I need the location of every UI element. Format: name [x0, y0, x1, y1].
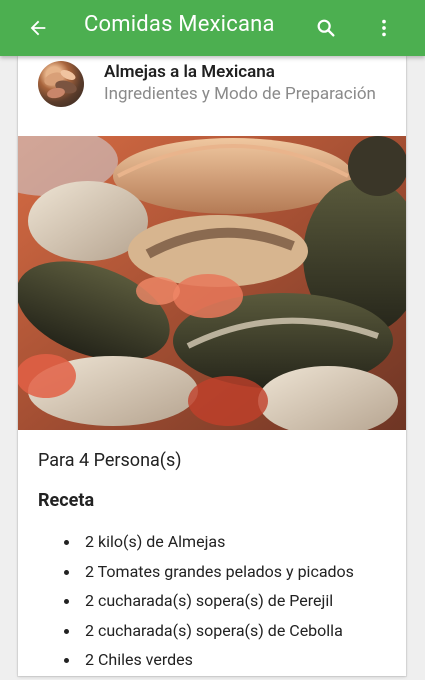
app-title: Comidas Mexicana	[84, 12, 275, 37]
app-bar: Comidas Mexicana	[0, 0, 425, 56]
arrow-left-icon	[30, 20, 46, 36]
ingredient-item: 2 kilo(s) de Almejas	[64, 532, 394, 562]
ingredient-item: 2 Tomates grandes pelados y picados	[64, 562, 394, 592]
recipe-header[interactable]: Almejas a la Mexicana Ingredientes y Mod…	[18, 56, 406, 136]
ingredients-list: 2 kilo(s) de Almejas 2 Tomates grandes p…	[64, 532, 394, 680]
more-options-button[interactable]	[370, 14, 398, 42]
recipe-card: Almejas a la Mexicana Ingredientes y Mod…	[18, 56, 406, 676]
recipe-photo	[18, 136, 406, 430]
search-button[interactable]	[312, 14, 340, 42]
ingredient-item: 2 Chiles verdes	[64, 650, 394, 680]
recipe-subtitle: Ingredientes y Modo de Preparación	[104, 84, 376, 104]
search-icon	[317, 19, 335, 37]
servings-text: Para 4 Persona(s)	[38, 450, 182, 471]
recipe-avatar	[38, 61, 84, 107]
ingredient-item: 2 cucharada(s) sopera(s) de Perejil	[64, 591, 394, 621]
recipe-section-title: Receta	[38, 490, 95, 511]
more-vert-icon	[382, 19, 386, 37]
ingredient-item: 2 cucharada(s) sopera(s) de Cebolla	[64, 621, 394, 651]
back-button[interactable]	[24, 14, 52, 42]
recipe-title: Almejas a la Mexicana	[104, 62, 275, 82]
